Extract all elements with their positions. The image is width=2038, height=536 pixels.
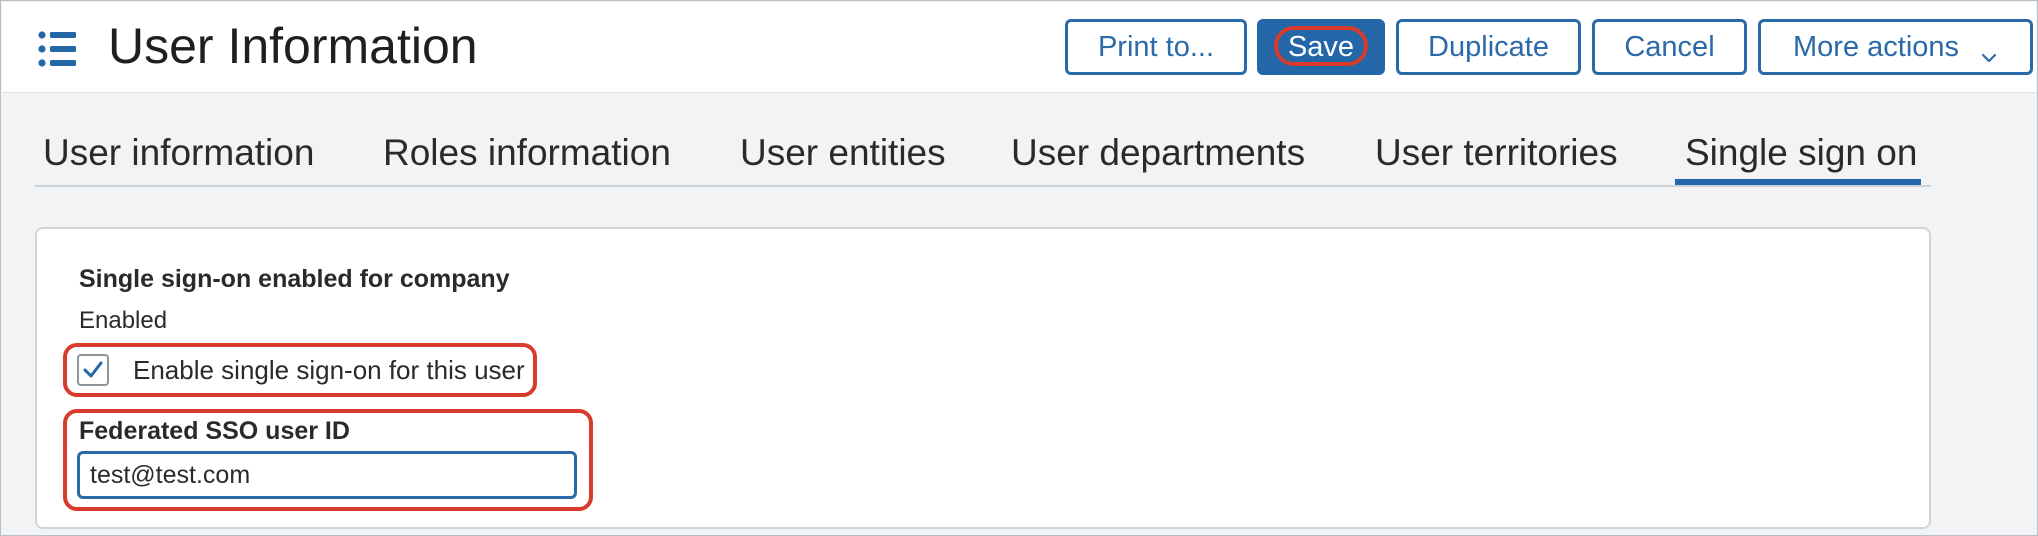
tab-user-territories[interactable]: User territories (1375, 131, 1618, 175)
more-actions-button[interactable]: More actions (1758, 19, 2033, 75)
federated-sso-id-input[interactable] (77, 451, 577, 499)
save-button[interactable]: Save (1257, 19, 1385, 75)
tab-user-departments[interactable]: User departments (1011, 131, 1305, 175)
enable-sso-label[interactable]: Enable single sign-on for this user (133, 353, 525, 387)
company-sso-label: Single sign-on enabled for company (79, 265, 510, 293)
tab-single-sign-on[interactable]: Single sign on (1685, 131, 1917, 175)
active-tab-indicator (1675, 179, 1921, 185)
duplicate-button[interactable]: Duplicate (1396, 19, 1581, 75)
list-menu-icon[interactable] (38, 30, 78, 68)
checkmark-icon (83, 361, 103, 378)
page-title: User Information (108, 18, 478, 74)
app-window: User Information Print to... Save Duplic… (0, 0, 2038, 536)
more-actions-label: More actions (1793, 30, 1960, 63)
federated-sso-id-label: Federated SSO user ID (79, 417, 350, 445)
print-to-button[interactable]: Print to... (1065, 19, 1247, 75)
tab-bar: User information Roles information User … (35, 119, 1931, 187)
tab-user-entities[interactable]: User entities (740, 131, 946, 175)
chevron-down-icon (1981, 40, 1997, 63)
page-header: User Information Print to... Save Duplic… (2, 2, 2036, 93)
sso-panel: Single sign-on enabled for company Enabl… (35, 227, 1931, 529)
save-button-label: Save (1287, 30, 1355, 63)
enable-sso-checkbox[interactable] (77, 354, 109, 386)
tab-user-information[interactable]: User information (43, 131, 314, 175)
cancel-button[interactable]: Cancel (1592, 19, 1747, 75)
company-sso-value: Enabled (79, 307, 168, 334)
tab-roles-information[interactable]: Roles information (383, 131, 671, 175)
